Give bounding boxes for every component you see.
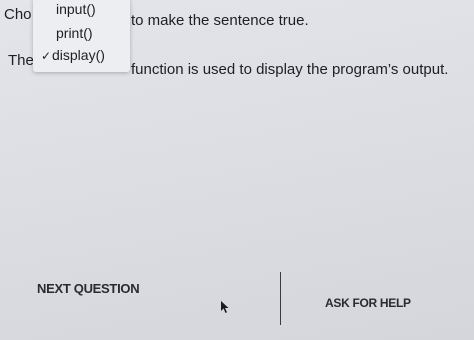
answer-dropdown-menu[interactable]: input() print() ✓display() (33, 0, 130, 72)
checkmark-icon: ✓ (41, 49, 52, 63)
question-line1-suffix: to make the sentence true. (131, 12, 309, 29)
dropdown-option-display[interactable]: ✓display() (41, 47, 105, 65)
dropdown-option-print[interactable]: print() (56, 25, 93, 42)
dropdown-option-display-label: display() (52, 47, 105, 63)
button-divider (280, 272, 281, 325)
next-question-button[interactable]: NEXT QUESTION (37, 281, 140, 296)
question-line2-prefix: The (8, 52, 34, 69)
question-line1-prefix: Cho (4, 6, 32, 23)
question-line2-suffix: function is used to display the program’… (131, 61, 449, 78)
dropdown-option-input[interactable]: input() (56, 1, 96, 18)
ask-for-help-button[interactable]: ASK FOR HELP (325, 296, 411, 310)
arrow-cursor-icon (221, 301, 229, 313)
